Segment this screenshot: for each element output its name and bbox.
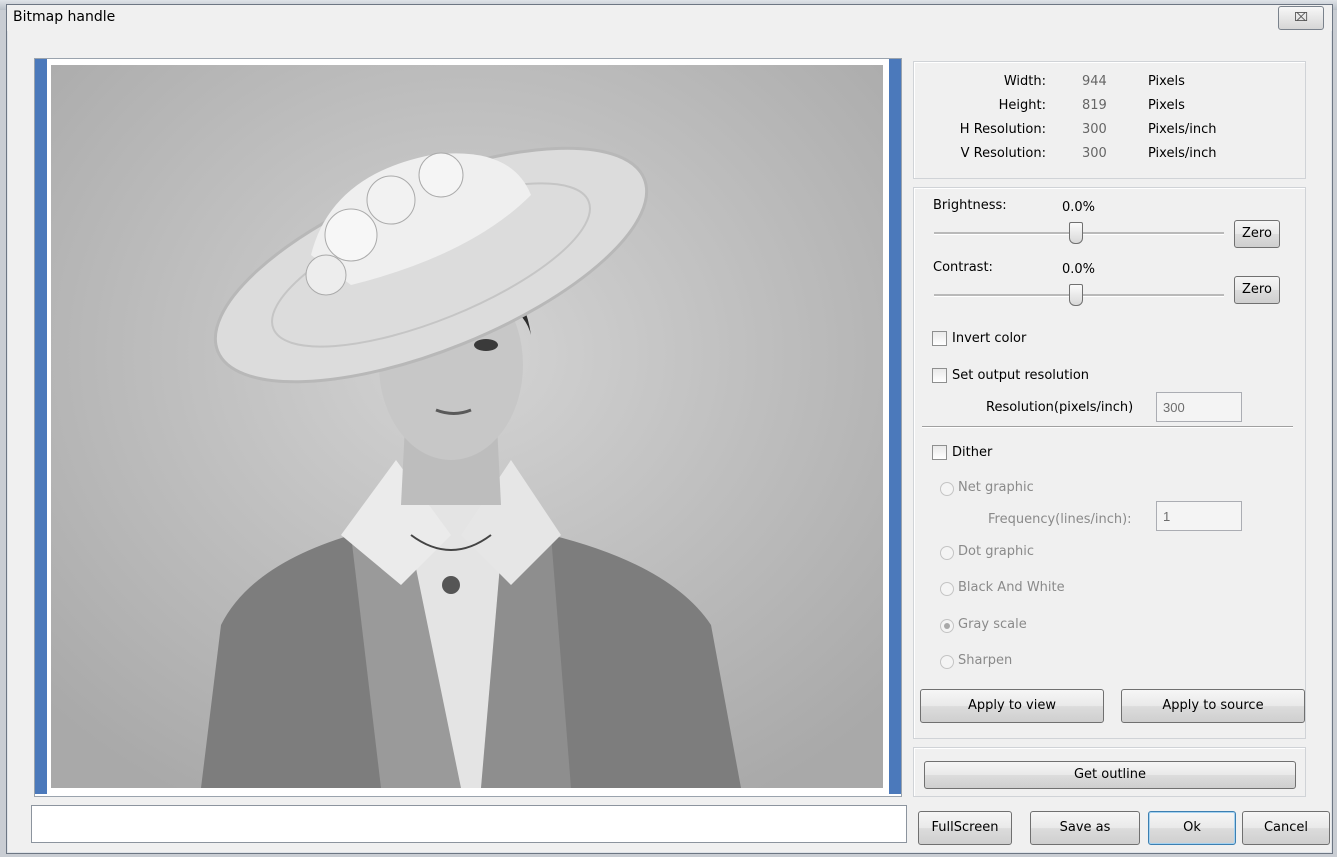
- brightness-slider-thumb[interactable]: [1069, 222, 1083, 244]
- contrast-value: 0.0%: [1062, 262, 1096, 277]
- sharpen-radio[interactable]: [940, 655, 954, 669]
- window-title: Bitmap handle: [13, 9, 116, 25]
- black-and-white-radio[interactable]: [940, 582, 954, 596]
- frequency-label: Frequency(lines/inch):: [988, 512, 1132, 527]
- close-icon: ⌧: [1294, 10, 1308, 24]
- outline-panel: Get outline: [913, 747, 1306, 797]
- info-unit: Pixels/inch: [1148, 122, 1217, 137]
- info-value: 819: [1082, 98, 1107, 113]
- preview-right-border: [889, 59, 901, 794]
- info-label: Height:: [998, 98, 1046, 113]
- black-and-white-label: Black And White: [958, 580, 1065, 595]
- contrast-label: Contrast:: [933, 260, 993, 275]
- info-value: 300: [1082, 146, 1107, 161]
- fullscreen-button[interactable]: FullScreen: [918, 811, 1012, 845]
- apply-to-source-button[interactable]: Apply to source: [1121, 689, 1305, 723]
- gray-scale-radio[interactable]: [940, 619, 954, 633]
- invert-color-label: Invert color: [952, 331, 1027, 346]
- info-label: H Resolution:: [959, 122, 1046, 137]
- resolution-label: Resolution(pixels/inch): [986, 400, 1134, 415]
- set-output-resolution-checkbox[interactable]: [932, 368, 947, 383]
- apply-to-view-button[interactable]: Apply to view: [920, 689, 1104, 723]
- info-value: 300: [1082, 122, 1107, 137]
- get-outline-button[interactable]: Get outline: [924, 761, 1296, 789]
- button-label: Apply to source: [1162, 698, 1264, 713]
- dot-graphic-radio[interactable]: [940, 546, 954, 560]
- info-value: 944: [1082, 74, 1107, 89]
- preview-left-border: [35, 59, 47, 794]
- dither-checkbox[interactable]: [932, 445, 947, 460]
- button-label: Apply to view: [968, 698, 1056, 713]
- close-button[interactable]: ⌧: [1278, 6, 1324, 30]
- button-label: Ok: [1183, 820, 1201, 835]
- button-label: Save as: [1059, 820, 1111, 835]
- brightness-label: Brightness:: [933, 198, 1007, 213]
- gray-scale-label: Gray scale: [958, 617, 1027, 632]
- portrait-photo-graphic: [51, 65, 883, 788]
- button-label: Zero: [1242, 282, 1272, 297]
- brightness-value: 0.0%: [1062, 200, 1096, 215]
- contrast-slider-thumb[interactable]: [1069, 284, 1083, 306]
- brightness-zero-button[interactable]: Zero: [1234, 220, 1280, 248]
- title-bar: Bitmap handle ⌧: [7, 5, 1332, 31]
- dither-label: Dither: [952, 445, 993, 460]
- net-graphic-label: Net graphic: [958, 480, 1034, 495]
- bitmap-handle-dialog: Bitmap handle ⌧ Width: 944 Pixels Height…: [6, 4, 1333, 854]
- set-output-resolution-label: Set output resolution: [952, 368, 1090, 383]
- frequency-input[interactable]: [1156, 501, 1242, 531]
- dot-graphic-label: Dot graphic: [958, 544, 1035, 559]
- info-unit: Pixels: [1148, 74, 1185, 89]
- button-label: Get outline: [1073, 767, 1147, 782]
- contrast-zero-button[interactable]: Zero: [1234, 276, 1280, 304]
- ok-button[interactable]: Ok: [1148, 811, 1236, 845]
- info-label: V Resolution:: [960, 146, 1046, 161]
- sharpen-label: Sharpen: [958, 653, 1013, 668]
- status-bar: [31, 805, 907, 843]
- info-unit: Pixels/inch: [1148, 146, 1217, 161]
- portrait-photo: [51, 65, 883, 788]
- resolution-input[interactable]: [1156, 392, 1242, 422]
- invert-color-checkbox[interactable]: [932, 331, 947, 346]
- info-unit: Pixels: [1148, 98, 1185, 113]
- button-label: FullScreen: [931, 820, 999, 835]
- button-label: Cancel: [1263, 820, 1309, 835]
- save-as-button[interactable]: Save as: [1030, 811, 1140, 845]
- separator: [922, 426, 1293, 428]
- image-preview[interactable]: [34, 58, 902, 797]
- cancel-button[interactable]: Cancel: [1242, 811, 1330, 845]
- button-label: Zero: [1242, 226, 1272, 241]
- adjustment-panel: Brightness: 0.0% Zero Contrast: 0.0% Zer…: [913, 187, 1306, 739]
- info-label: Width:: [1003, 74, 1046, 89]
- net-graphic-radio[interactable]: [940, 482, 954, 496]
- image-info-panel: Width: 944 Pixels Height: 819 Pixels H R…: [913, 61, 1306, 179]
